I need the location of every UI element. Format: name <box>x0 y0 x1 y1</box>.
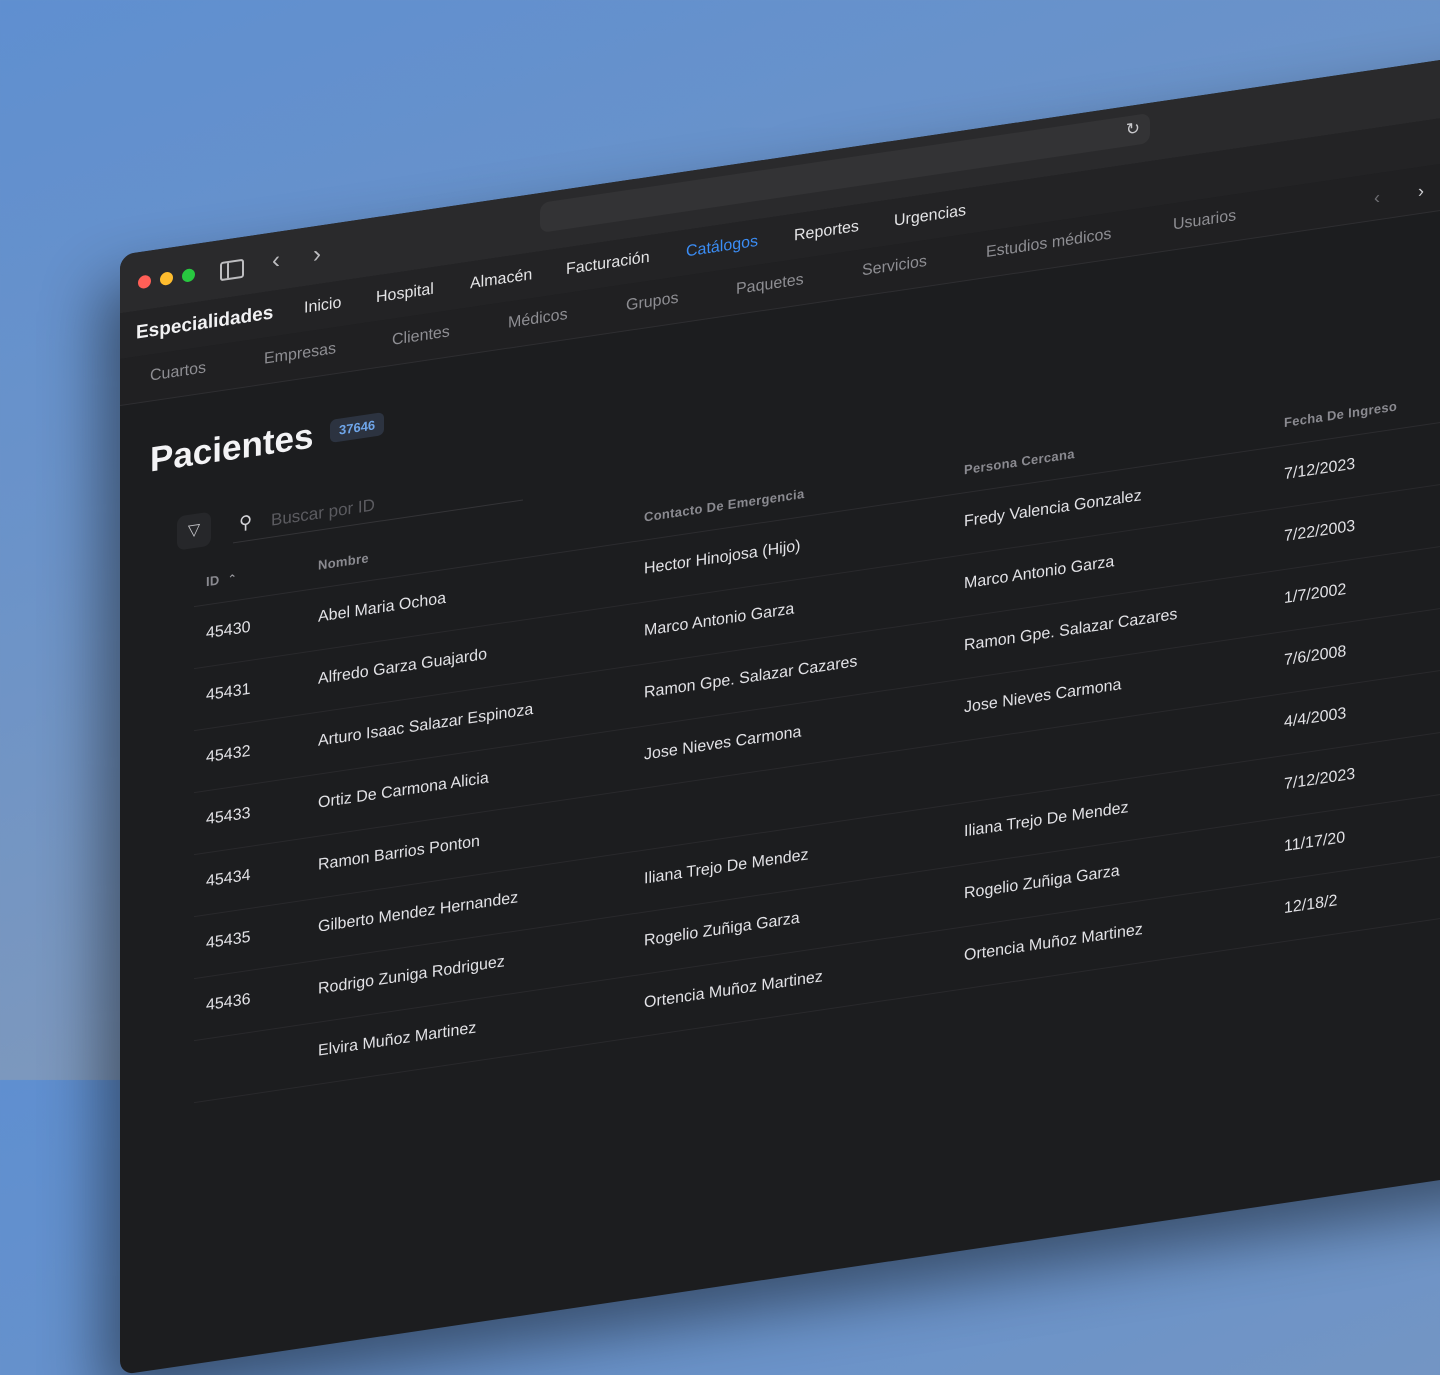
cell-name: Abel Maria Ochoa <box>318 589 447 626</box>
cell-person: Fredy Valencia Gonzalez <box>964 487 1142 531</box>
page-title: Pacientes <box>150 416 314 480</box>
cell-date: 12/18/2 <box>1284 892 1338 918</box>
cell-contact: Rogelio Zuñiga Garza <box>644 909 800 950</box>
nav-item-catalogos[interactable]: Catálogos <box>686 233 758 262</box>
cell-id: 45436 <box>206 990 251 1015</box>
cell-name: Rodrigo Zuniga Rodriguez <box>318 953 505 998</box>
cell-id: 45431 <box>206 680 251 705</box>
cell-date: 4/4/2003 <box>1284 704 1347 732</box>
column-header-contact[interactable]: Contacto De Emergencia <box>644 486 804 525</box>
cell-date: 7/6/2008 <box>1284 642 1347 670</box>
column-header-name[interactable]: Nombre <box>318 550 369 573</box>
cell-person: Ortencia Muñoz Martinez <box>964 920 1143 965</box>
back-icon[interactable]: ‹ <box>272 246 280 274</box>
cell-id: 45435 <box>206 928 251 953</box>
cell-name: Alfredo Garza Guajardo <box>318 645 487 688</box>
cell-person: Marco Antonio Garza <box>964 553 1115 593</box>
cell-name: Ortiz De Carmona Alicia <box>318 769 489 812</box>
cell-date: 7/12/2023 <box>1284 455 1356 484</box>
cell-date: 7/22/2003 <box>1284 517 1356 546</box>
cell-person: Jose Nieves Carmona <box>964 676 1122 717</box>
subnav-item-estudios[interactable]: Estudios médicos <box>986 226 1111 263</box>
filter-icon: ▽ <box>187 521 201 540</box>
nav-item-hospital[interactable]: Hospital <box>376 281 434 308</box>
column-header-date[interactable]: Fecha De Ingreso <box>1284 398 1397 430</box>
cell-person: Iliana Trejo De Mendez <box>964 799 1129 841</box>
cell-person: Ramon Gpe. Salazar Cazares <box>964 605 1178 655</box>
count-badge: 37646 <box>330 411 385 443</box>
nav-item-almacen[interactable]: Almacén <box>470 266 532 293</box>
cell-contact: Jose Nieves Carmona <box>644 723 802 764</box>
close-window-button[interactable] <box>138 274 151 290</box>
cell-id: 45433 <box>206 804 251 829</box>
cell-id: 45430 <box>206 618 251 643</box>
forward-icon[interactable]: › <box>313 240 321 268</box>
subnav-item-clientes[interactable]: Clientes <box>392 323 450 350</box>
chevron-left-icon[interactable]: ‹ <box>1374 187 1380 209</box>
patients-table: ID ⌃ Nombre Contacto De Emergencia Person… <box>194 370 1440 1104</box>
cell-person: Rogelio Zuñiga Garza <box>964 862 1120 903</box>
cell-date: 7/12/2023 <box>1284 765 1356 794</box>
cell-contact: Ramon Gpe. Salazar Cazares <box>644 653 858 702</box>
reload-icon[interactable]: ↻ <box>1126 118 1140 140</box>
column-header-id[interactable]: ID ⌃ <box>206 570 238 590</box>
search-icon: ⚲ <box>239 511 253 534</box>
cell-name: Elvira Muñoz Martinez <box>318 1019 477 1060</box>
subnav-item-medicos[interactable]: Médicos <box>508 306 568 333</box>
subnav-item-servicios[interactable]: Servicios <box>862 253 927 281</box>
cell-id: 45432 <box>206 742 251 767</box>
nav-item-urgencias[interactable]: Urgencias <box>894 202 966 231</box>
filter-button[interactable]: ▽ <box>177 511 211 551</box>
zoom-window-button[interactable] <box>182 267 195 283</box>
subnav-item-usuarios[interactable]: Usuarios <box>1173 207 1236 234</box>
nav-item-facturacion[interactable]: Facturación <box>566 249 650 279</box>
cell-date: 11/17/20 <box>1284 829 1346 856</box>
cell-id: 45434 <box>206 866 251 891</box>
subnav-item-empresas[interactable]: Empresas <box>264 340 336 369</box>
cell-contact: Marco Antonio Garza <box>644 600 795 640</box>
cell-name: Gilberto Mendez Hernandez <box>318 889 519 936</box>
chevron-right-icon[interactable]: › <box>1418 180 1424 202</box>
subnav-item-cuartos[interactable]: Cuartos <box>150 359 206 385</box>
nav-item-reportes[interactable]: Reportes <box>794 218 859 246</box>
cell-contact: Ortencia Muñoz Martinez <box>644 968 823 1012</box>
nav-item-inicio[interactable]: Inicio <box>304 294 341 318</box>
sidebar-toggle-icon[interactable] <box>220 258 244 282</box>
subnav-item-paquetes[interactable]: Paquetes <box>736 271 804 299</box>
cell-contact: Hector Hinojosa (Hijo) <box>644 537 801 578</box>
cell-contact: Iliana Trejo De Mendez <box>644 846 809 888</box>
sort-ascending-icon: ⌃ <box>227 572 238 587</box>
minimize-window-button[interactable] <box>160 271 173 287</box>
column-header-id-label: ID <box>206 572 220 590</box>
subnav-item-grupos[interactable]: Grupos <box>626 290 678 316</box>
cell-name: Ramon Barrios Ponton <box>318 832 480 874</box>
cell-date: 1/7/2002 <box>1284 580 1347 608</box>
browser-window: ‹ › ↻ Especialidades Inicio Hospital Alm… <box>120 33 1440 1375</box>
cell-name: Arturo Isaac Salazar Espinoza <box>318 700 534 750</box>
column-header-person[interactable]: Persona Cercana <box>964 446 1075 477</box>
